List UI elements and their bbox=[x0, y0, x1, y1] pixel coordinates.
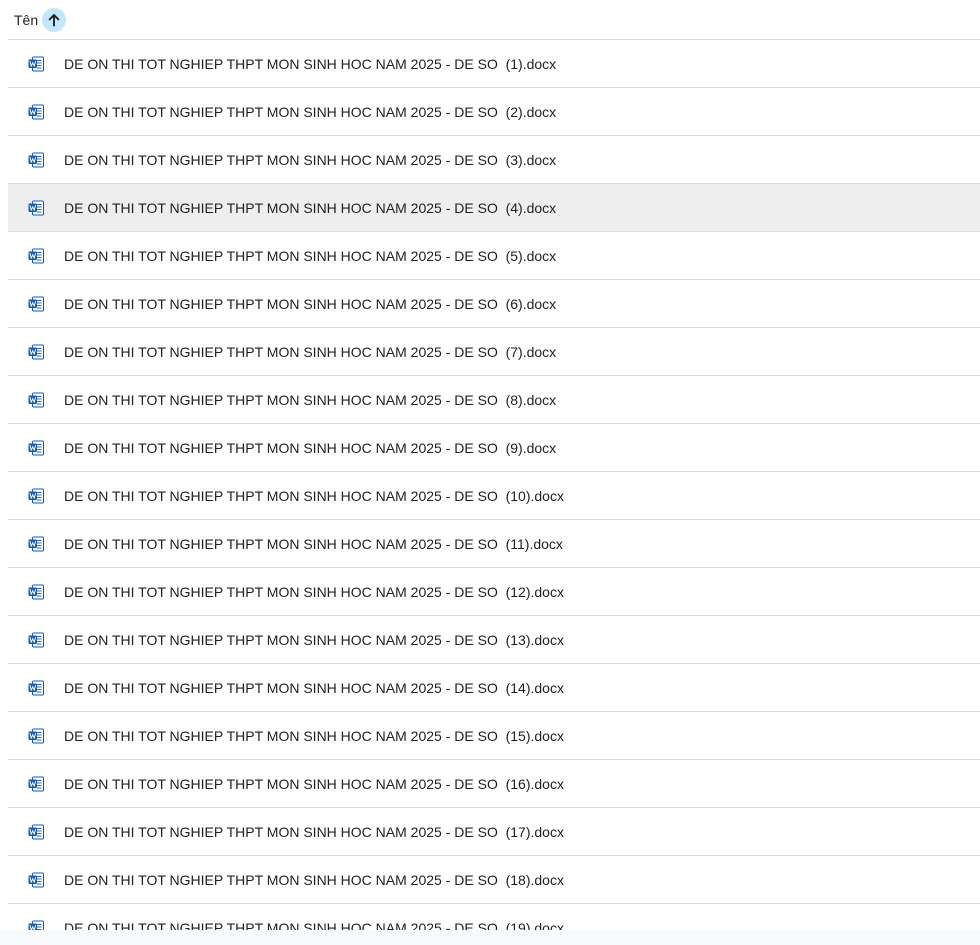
file-name: DE ON THI TOT NGHIEP THPT MON SINH HOC N… bbox=[64, 775, 564, 792]
file-row[interactable]: DE ON THI TOT NGHIEP THPT MON SINH HOC N… bbox=[8, 423, 980, 471]
file-row[interactable]: DE ON THI TOT NGHIEP THPT MON SINH HOC N… bbox=[8, 567, 980, 615]
file-row[interactable]: DE ON THI TOT NGHIEP THPT MON SINH HOC N… bbox=[8, 135, 980, 183]
word-doc-icon bbox=[28, 199, 45, 216]
name-column-label: Tên bbox=[14, 11, 39, 28]
file-name: DE ON THI TOT NGHIEP THPT MON SINH HOC N… bbox=[64, 295, 557, 312]
file-list-header: Tên bbox=[0, 0, 980, 39]
file-name: DE ON THI TOT NGHIEP THPT MON SINH HOC N… bbox=[64, 391, 557, 408]
file-name: DE ON THI TOT NGHIEP THPT MON SINH HOC N… bbox=[64, 343, 557, 360]
file-row[interactable]: DE ON THI TOT NGHIEP THPT MON SINH HOC N… bbox=[8, 711, 980, 759]
file-name: DE ON THI TOT NGHIEP THPT MON SINH HOC N… bbox=[64, 55, 557, 72]
word-doc-icon bbox=[28, 487, 45, 504]
file-row[interactable]: DE ON THI TOT NGHIEP THPT MON SINH HOC N… bbox=[8, 855, 980, 903]
file-name: DE ON THI TOT NGHIEP THPT MON SINH HOC N… bbox=[64, 679, 564, 696]
word-doc-icon bbox=[28, 535, 45, 552]
file-name: DE ON THI TOT NGHIEP THPT MON SINH HOC N… bbox=[64, 199, 557, 216]
file-name: DE ON THI TOT NGHIEP THPT MON SINH HOC N… bbox=[64, 631, 564, 648]
arrow-up-icon bbox=[48, 13, 60, 26]
word-doc-icon bbox=[28, 103, 45, 120]
file-row[interactable]: DE ON THI TOT NGHIEP THPT MON SINH HOC N… bbox=[8, 375, 980, 423]
sort-ascending-button[interactable] bbox=[42, 7, 67, 32]
file-row[interactable]: DE ON THI TOT NGHIEP THPT MON SINH HOC N… bbox=[8, 807, 980, 855]
file-row[interactable]: DE ON THI TOT NGHIEP THPT MON SINH HOC N… bbox=[8, 759, 980, 807]
file-name: DE ON THI TOT NGHIEP THPT MON SINH HOC N… bbox=[64, 871, 564, 888]
file-name: DE ON THI TOT NGHIEP THPT MON SINH HOC N… bbox=[64, 583, 564, 600]
word-doc-icon bbox=[28, 871, 45, 888]
word-doc-icon bbox=[28, 583, 45, 600]
file-name: DE ON THI TOT NGHIEP THPT MON SINH HOC N… bbox=[64, 151, 557, 168]
file-name: DE ON THI TOT NGHIEP THPT MON SINH HOC N… bbox=[64, 823, 564, 840]
file-name: DE ON THI TOT NGHIEP THPT MON SINH HOC N… bbox=[64, 103, 557, 120]
word-doc-icon bbox=[28, 391, 45, 408]
bottom-strip bbox=[0, 930, 980, 945]
file-row[interactable]: DE ON THI TOT NGHIEP THPT MON SINH HOC N… bbox=[8, 279, 980, 327]
file-name: DE ON THI TOT NGHIEP THPT MON SINH HOC N… bbox=[64, 535, 563, 552]
name-column-header[interactable]: Tên bbox=[0, 0, 67, 39]
word-doc-icon bbox=[28, 55, 45, 72]
file-row[interactable]: DE ON THI TOT NGHIEP THPT MON SINH HOC N… bbox=[8, 471, 980, 519]
file-name: DE ON THI TOT NGHIEP THPT MON SINH HOC N… bbox=[64, 727, 564, 744]
word-doc-icon bbox=[28, 727, 45, 744]
file-row[interactable]: DE ON THI TOT NGHIEP THPT MON SINH HOC N… bbox=[8, 663, 980, 711]
word-doc-icon bbox=[28, 823, 45, 840]
word-doc-icon bbox=[28, 775, 45, 792]
file-row[interactable]: DE ON THI TOT NGHIEP THPT MON SINH HOC N… bbox=[8, 519, 980, 567]
file-name: DE ON THI TOT NGHIEP THPT MON SINH HOC N… bbox=[64, 487, 564, 504]
file-row[interactable]: DE ON THI TOT NGHIEP THPT MON SINH HOC N… bbox=[8, 183, 980, 231]
word-doc-icon bbox=[28, 679, 45, 696]
file-name: DE ON THI TOT NGHIEP THPT MON SINH HOC N… bbox=[64, 439, 557, 456]
file-row[interactable]: DE ON THI TOT NGHIEP THPT MON SINH HOC N… bbox=[8, 615, 980, 663]
word-doc-icon bbox=[28, 439, 45, 456]
word-doc-icon bbox=[28, 343, 45, 360]
file-row[interactable]: DE ON THI TOT NGHIEP THPT MON SINH HOC N… bbox=[8, 327, 980, 375]
file-row[interactable]: DE ON THI TOT NGHIEP THPT MON SINH HOC N… bbox=[8, 39, 980, 87]
file-row[interactable]: DE ON THI TOT NGHIEP THPT MON SINH HOC N… bbox=[8, 231, 980, 279]
word-doc-icon bbox=[28, 247, 45, 264]
word-doc-icon bbox=[28, 631, 45, 648]
word-doc-icon bbox=[28, 151, 45, 168]
file-list-pane: Tên DE ON THI TOT NGHIEP THPT MON SINH H… bbox=[0, 0, 980, 945]
file-list: DE ON THI TOT NGHIEP THPT MON SINH HOC N… bbox=[8, 39, 980, 945]
file-row[interactable]: DE ON THI TOT NGHIEP THPT MON SINH HOC N… bbox=[8, 87, 980, 135]
file-name: DE ON THI TOT NGHIEP THPT MON SINH HOC N… bbox=[64, 247, 557, 264]
word-doc-icon bbox=[28, 295, 45, 312]
